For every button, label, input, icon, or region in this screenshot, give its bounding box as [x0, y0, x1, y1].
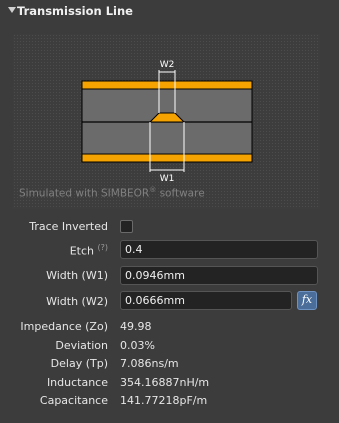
stackup-preview: W2 W1 Simulated with SIMBEOR® software [13, 34, 320, 209]
inductance-label: Inductance [46, 376, 108, 389]
trace-inverted-label: Trace Inverted [29, 220, 108, 233]
transmission-line-panel: Transmission Line W2 W1 Simulated with S… [0, 0, 339, 423]
w2-label: W2 [160, 60, 175, 70]
top-reference-plane [81, 80, 253, 90]
simbeor-credit: Simulated with SIMBEOR® software [19, 186, 205, 200]
fx-formula-button[interactable]: fx [297, 291, 317, 310]
inductance-value: 354.16887nH/m [120, 376, 210, 389]
deviation-label: Deviation [55, 339, 108, 352]
impedance-value: 49.98 [120, 320, 152, 333]
etch-input[interactable]: 0.4 [120, 240, 318, 259]
help-icon[interactable]: (?) [98, 243, 109, 252]
impedance-label: Impedance (Zo) [20, 320, 108, 333]
bottom-reference-plane [81, 153, 253, 163]
section-title: Transmission Line [17, 4, 133, 18]
stripline-cross-section-diagram: W2 W1 [81, 60, 253, 184]
delay-label: Delay (Tp) [50, 357, 108, 370]
etch-label-row: Etch (?) [70, 243, 108, 258]
deviation-value: 0.03% [120, 339, 155, 352]
simbeor-credit-text: Simulated with SIMBEOR [19, 187, 150, 200]
width-w2-label: Width (W2) [46, 295, 108, 308]
width-w2-input[interactable]: 0.0666mm [120, 291, 292, 310]
etch-label: Etch [69, 244, 94, 258]
collapse-arrow-icon[interactable] [8, 7, 16, 13]
simbeor-credit-suffix: software [156, 187, 205, 200]
capacitance-label: Capacitance [39, 394, 108, 407]
w1-label: W1 [160, 174, 175, 184]
width-w1-input[interactable]: 0.0946mm [120, 266, 318, 285]
width-w1-label: Width (W1) [46, 269, 108, 282]
capacitance-value: 141.77218pF/m [120, 394, 208, 407]
section-header-transmission-line[interactable]: Transmission Line [0, 0, 339, 22]
delay-value: 7.086ns/m [120, 357, 179, 370]
trace-inverted-checkbox[interactable] [120, 220, 133, 233]
